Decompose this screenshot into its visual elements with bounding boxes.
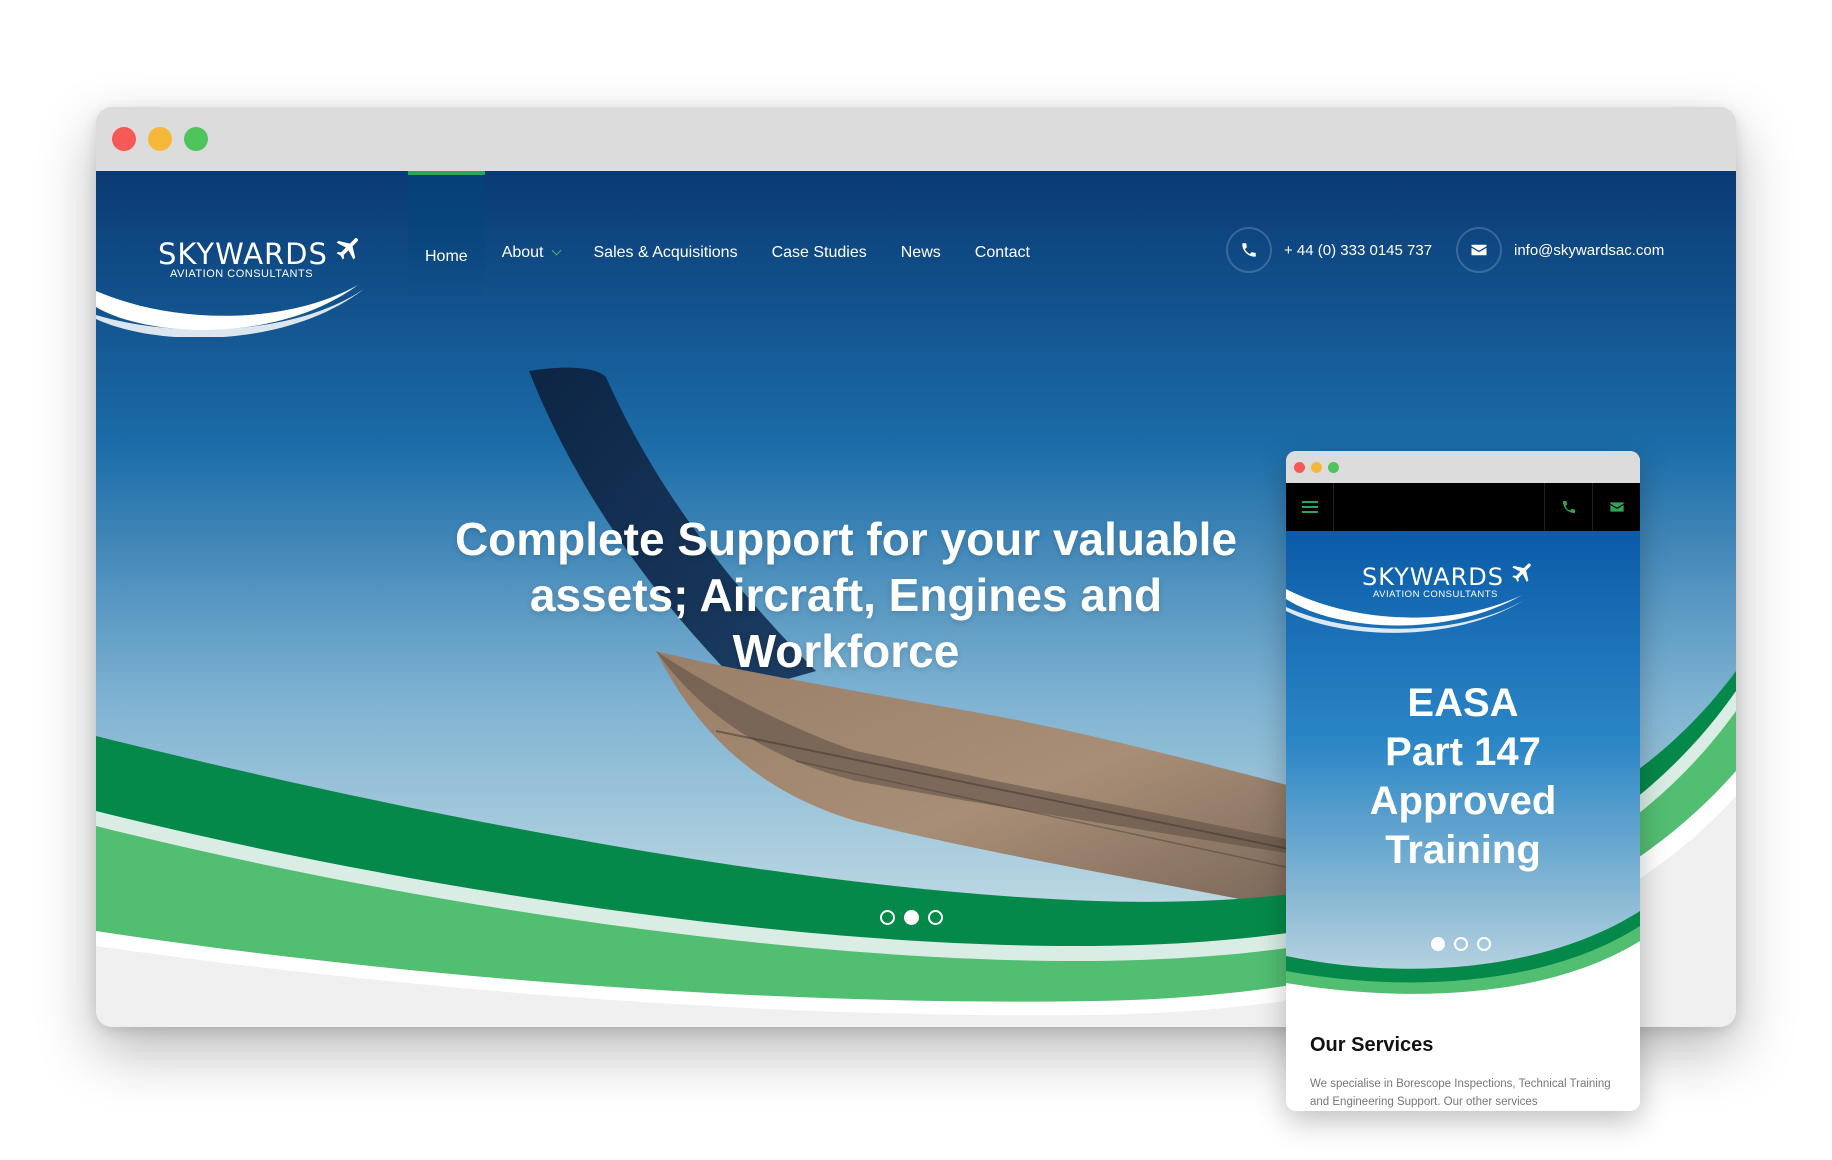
logo-tagline: AVIATION CONSULTANTS (1373, 589, 1498, 600)
maximize-window-button[interactable] (184, 127, 208, 151)
logo-wordmark: SKYWARDS (158, 237, 328, 271)
maximize-window-button[interactable] (1328, 462, 1339, 473)
nav-item-news[interactable]: News (884, 245, 958, 261)
mobile-slider-pagination (1431, 937, 1491, 951)
slide-dot-1[interactable] (880, 910, 895, 925)
hero-slider-pagination (880, 910, 943, 925)
logo-wordmark: SKYWARDS (1362, 563, 1505, 591)
close-window-button[interactable] (112, 127, 136, 151)
mobile-hero-headline: EASA Part 147 Approved Training (1286, 679, 1640, 875)
headline-line: EASA (1407, 681, 1519, 725)
nav-item-label: News (900, 244, 941, 261)
nav-item-label: Sales & Acquisitions (593, 244, 738, 261)
header-phone-link[interactable]: + 44 (0) 333 0145 737 (1226, 227, 1432, 273)
hamburger-icon[interactable] (1286, 483, 1334, 531)
envelope-icon[interactable] (1592, 483, 1640, 531)
main-navigation: Home About Sales & Acquisitions Case Stu… (408, 171, 1047, 311)
close-window-button[interactable] (1294, 462, 1305, 473)
logo-tagline: AVIATION CONSULTANTS (170, 268, 314, 280)
mobile-site-logo[interactable]: SKYWARDS AVIATION CONSULTANTS (1286, 555, 1546, 645)
nav-item-label: Home (425, 248, 468, 265)
mobile-title-bar (1286, 451, 1640, 483)
site-logo[interactable]: SKYWARDS AVIATION CONSULTANTS (96, 227, 386, 337)
header-email-link[interactable]: info@skywardsac.com (1456, 227, 1664, 273)
services-description: We specialise in Borescope Inspections, … (1310, 1078, 1611, 1108)
headline-line: Part 147 (1385, 730, 1541, 774)
nav-item-label: About (501, 244, 544, 261)
nav-item-case-studies[interactable]: Case Studies (755, 245, 884, 261)
chevron-down-icon (551, 245, 561, 256)
mobile-browser-window: SKYWARDS AVIATION CONSULTANTS EASA Part … (1286, 451, 1640, 1111)
email-address: info@skywardsac.com (1514, 241, 1665, 259)
phone-icon (1226, 227, 1272, 273)
airplane-icon (336, 238, 358, 260)
services-section: Our Services We specialise in Borescope … (1310, 1034, 1620, 1111)
slide-dot-2[interactable] (904, 910, 919, 925)
envelope-icon (1456, 227, 1502, 273)
nav-item-home[interactable]: Home (408, 171, 485, 311)
slide-dot-1[interactable] (1431, 937, 1445, 951)
desktop-title-bar (96, 107, 1736, 171)
slide-dot-2[interactable] (1454, 937, 1468, 951)
headline-line: Training (1385, 828, 1541, 872)
nav-item-contact[interactable]: Contact (958, 245, 1047, 261)
headline-line: Approved (1369, 779, 1557, 823)
hero-headline: Complete Support for your valuable asset… (454, 513, 1238, 677)
minimize-window-button[interactable] (1311, 462, 1322, 473)
airplane-icon (1512, 563, 1531, 582)
mobile-hero: SKYWARDS AVIATION CONSULTANTS EASA Part … (1286, 531, 1640, 1001)
phone-icon[interactable] (1544, 483, 1592, 531)
nav-item-label: Contact (974, 244, 1030, 261)
minimize-window-button[interactable] (148, 127, 172, 151)
nav-item-sales-acquisitions[interactable]: Sales & Acquisitions (577, 245, 755, 261)
nav-item-label: Case Studies (771, 244, 867, 261)
phone-number: + 44 (0) 333 0145 737 (1284, 241, 1433, 259)
slide-dot-3[interactable] (1477, 937, 1491, 951)
services-title: Our Services (1310, 1034, 1434, 1056)
slide-dot-3[interactable] (928, 910, 943, 925)
nav-item-about[interactable]: About (485, 245, 577, 261)
mobile-toolbar (1286, 483, 1640, 531)
